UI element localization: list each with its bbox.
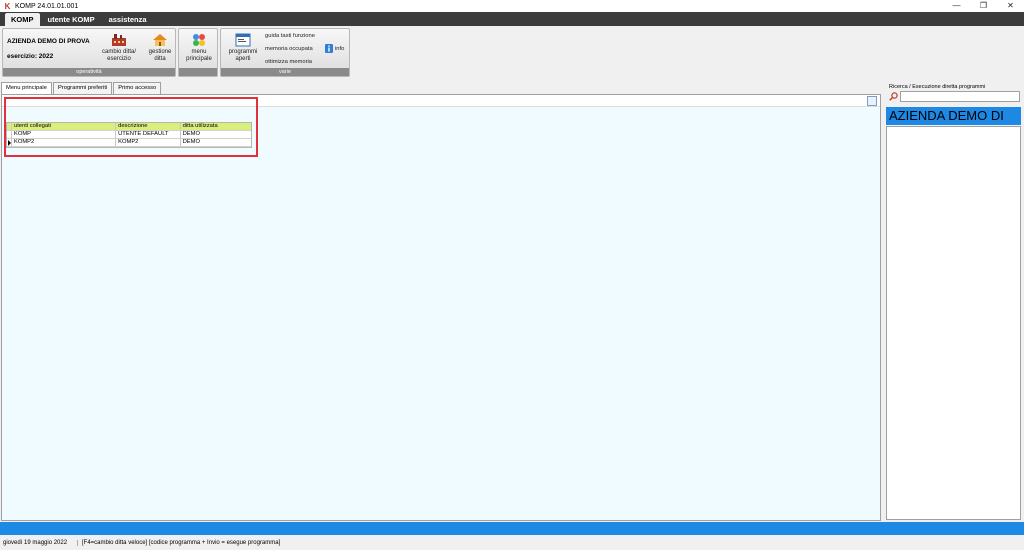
gestione-ditta-label: gestione ditta	[148, 49, 172, 62]
title-bar: K KOMP 24.01.01.001 — ❐ ✕	[0, 0, 1024, 12]
close-button[interactable]: ✕	[997, 0, 1024, 12]
gestione-ditta-button[interactable]: gestione ditta	[143, 33, 177, 63]
company-banner: AZIENDA DEMO DI	[886, 107, 1021, 125]
group-operativita: AZIENDA DEMO DI PROVA esercizio: 2022 ca…	[2, 28, 176, 77]
guida-tasti-link[interactable]: guida tasti funzione	[265, 33, 315, 39]
cambio-ditta-button[interactable]: cambio ditta/ esercizio	[97, 33, 141, 63]
info-label: info	[335, 45, 345, 52]
cambio-ditta-label: cambio ditta/ esercizio	[101, 49, 137, 62]
menu-grid-icon	[193, 34, 205, 46]
tab-programmi-preferiti[interactable]: Programmi preferiti	[52, 82, 113, 94]
menu-principale-button[interactable]: menu principale	[181, 33, 217, 63]
ribbon: AZIENDA DEMO DI PROVA esercizio: 2022 ca…	[0, 26, 1024, 78]
group-operativita-caption: operatività	[3, 68, 175, 76]
restore-button[interactable]: ❐	[970, 0, 997, 12]
minimize-button[interactable]: —	[943, 0, 970, 12]
group-varie: programmi aperti guida tasti funzione me…	[220, 28, 350, 77]
info-button[interactable]: info	[325, 44, 344, 53]
house-icon	[153, 34, 167, 46]
group-menu: menu principale	[178, 28, 218, 77]
info-icon	[325, 44, 333, 53]
right-panel: Ricerca / Esecuzione diretta programmi A…	[885, 82, 1024, 521]
ribbon-tab-strip: KOMP utente KOMP assistenza	[0, 12, 1024, 26]
main-area: utenti collegati descrizione ditta utili…	[2, 107, 880, 520]
program-results-list[interactable]	[886, 126, 1021, 520]
windows-icon	[235, 33, 251, 47]
group-menu-caption	[179, 68, 217, 76]
app-logo-icon: K	[4, 1, 11, 11]
status-hint: [F4=cambio ditta veloce] [codice program…	[82, 539, 281, 546]
search-input[interactable]	[900, 91, 1020, 102]
status-bar: giovedì 19 maggio 2022 [F4=cambio ditta …	[0, 535, 1024, 550]
ottimizza-memoria-link[interactable]: ottimizza memoria	[265, 59, 312, 65]
factory-icon	[112, 34, 126, 46]
highlight-box	[4, 97, 258, 157]
window-controls: — ❐ ✕	[943, 0, 1024, 12]
menu-principale-label: menu principale	[186, 49, 212, 62]
memoria-occupata-link[interactable]: memoria occupata	[265, 46, 313, 52]
list-settings-icon[interactable]	[867, 96, 877, 106]
main-panel: utenti collegati descrizione ditta utili…	[1, 94, 881, 521]
window-title: KOMP 24.01.01.001	[15, 2, 79, 10]
tab-primo-accesso[interactable]: Primo accesso	[113, 82, 162, 94]
company-name: AZIENDA DEMO DI PROVA	[7, 38, 90, 45]
search-icon[interactable]	[889, 92, 898, 101]
tab-utente-komp[interactable]: utente KOMP	[42, 14, 101, 26]
fiscal-year: esercizio: 2022	[7, 53, 54, 60]
programmi-aperti-button[interactable]: programmi aperti	[224, 33, 262, 63]
group-varie-caption: varie	[221, 68, 349, 76]
search-label: Ricerca / Esecuzione diretta programmi	[889, 84, 986, 90]
status-date: giovedì 19 maggio 2022	[0, 539, 78, 546]
tab-menu-principale[interactable]: Menu principale	[1, 82, 52, 94]
programmi-aperti-label: programmi aperti	[228, 49, 258, 62]
tab-komp[interactable]: KOMP	[5, 13, 40, 26]
progress-bar	[0, 522, 1024, 535]
content-tab-strip: Menu principale Programmi preferiti Prim…	[1, 82, 162, 94]
tab-assistenza[interactable]: assistenza	[103, 14, 153, 26]
